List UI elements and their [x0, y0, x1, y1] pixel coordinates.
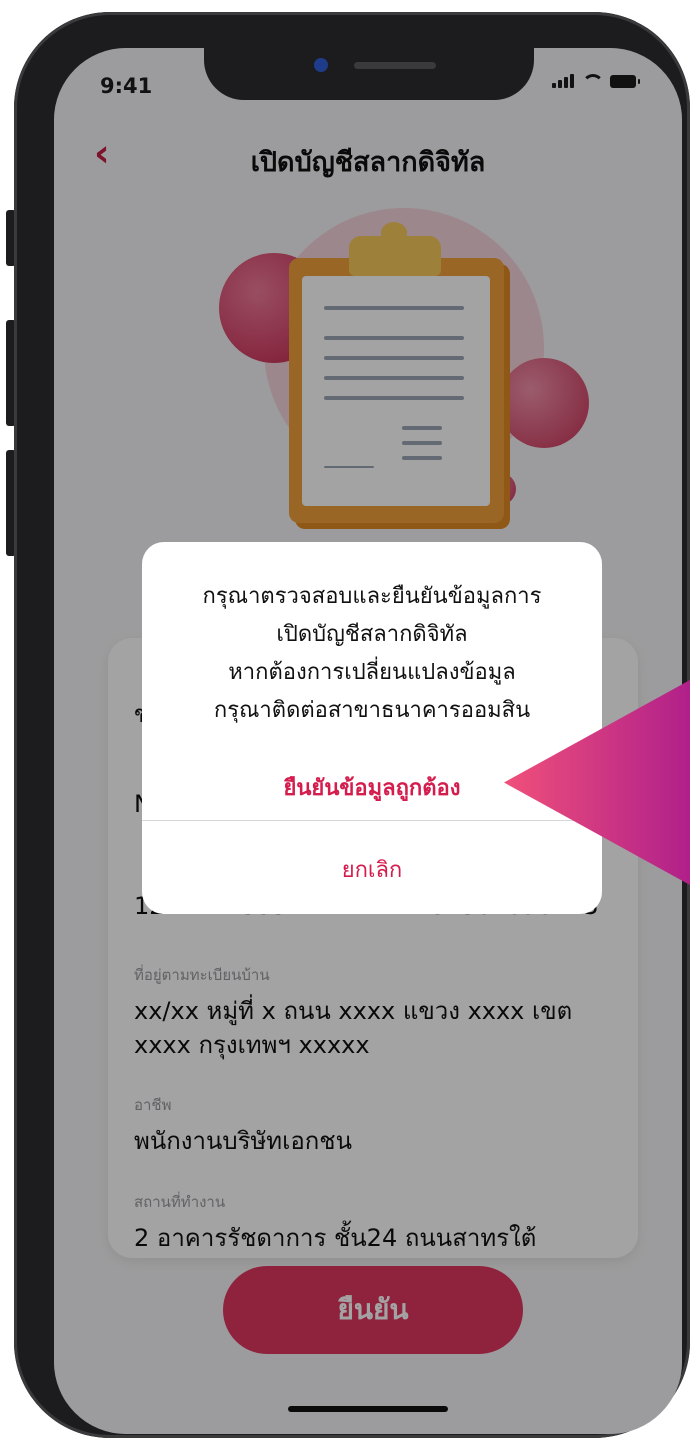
- signal-icon: [552, 74, 574, 88]
- status-time: 9:41: [100, 74, 153, 98]
- dialog-message-line: กรุณาตรวจสอบและยืนยันข้อมูลการ: [202, 584, 542, 609]
- speaker-grille: [354, 62, 436, 69]
- battery-icon: [610, 74, 640, 88]
- dialog-message-line: เปิดบัญชีสลากดิจิทัล: [276, 622, 468, 647]
- phone-frame: 9:41 ‹ เปิดบัญชีสลากดิจิทัล ที่อยู่ตามทะ…: [14, 12, 690, 1438]
- dialog-cancel-button[interactable]: ยกเลิก: [142, 852, 602, 887]
- dialog-message: กรุณาตรวจสอบและยืนยันข้อมูลการ เปิดบัญชี…: [142, 578, 602, 730]
- notch: [204, 48, 534, 100]
- status-icons: [552, 74, 640, 88]
- wifi-icon: [582, 74, 604, 88]
- confirm-dialog: กรุณาตรวจสอบและยืนยันข้อมูลการ เปิดบัญชี…: [142, 542, 602, 914]
- dialog-divider: [142, 820, 602, 821]
- camera-icon: [314, 58, 328, 72]
- dialog-message-line: กรุณาติดต่อสาขาธนาคารออมสิน: [213, 698, 531, 723]
- dialog-message-line: หากต้องการเปลี่ยนแปลงข้อมูล: [228, 660, 516, 685]
